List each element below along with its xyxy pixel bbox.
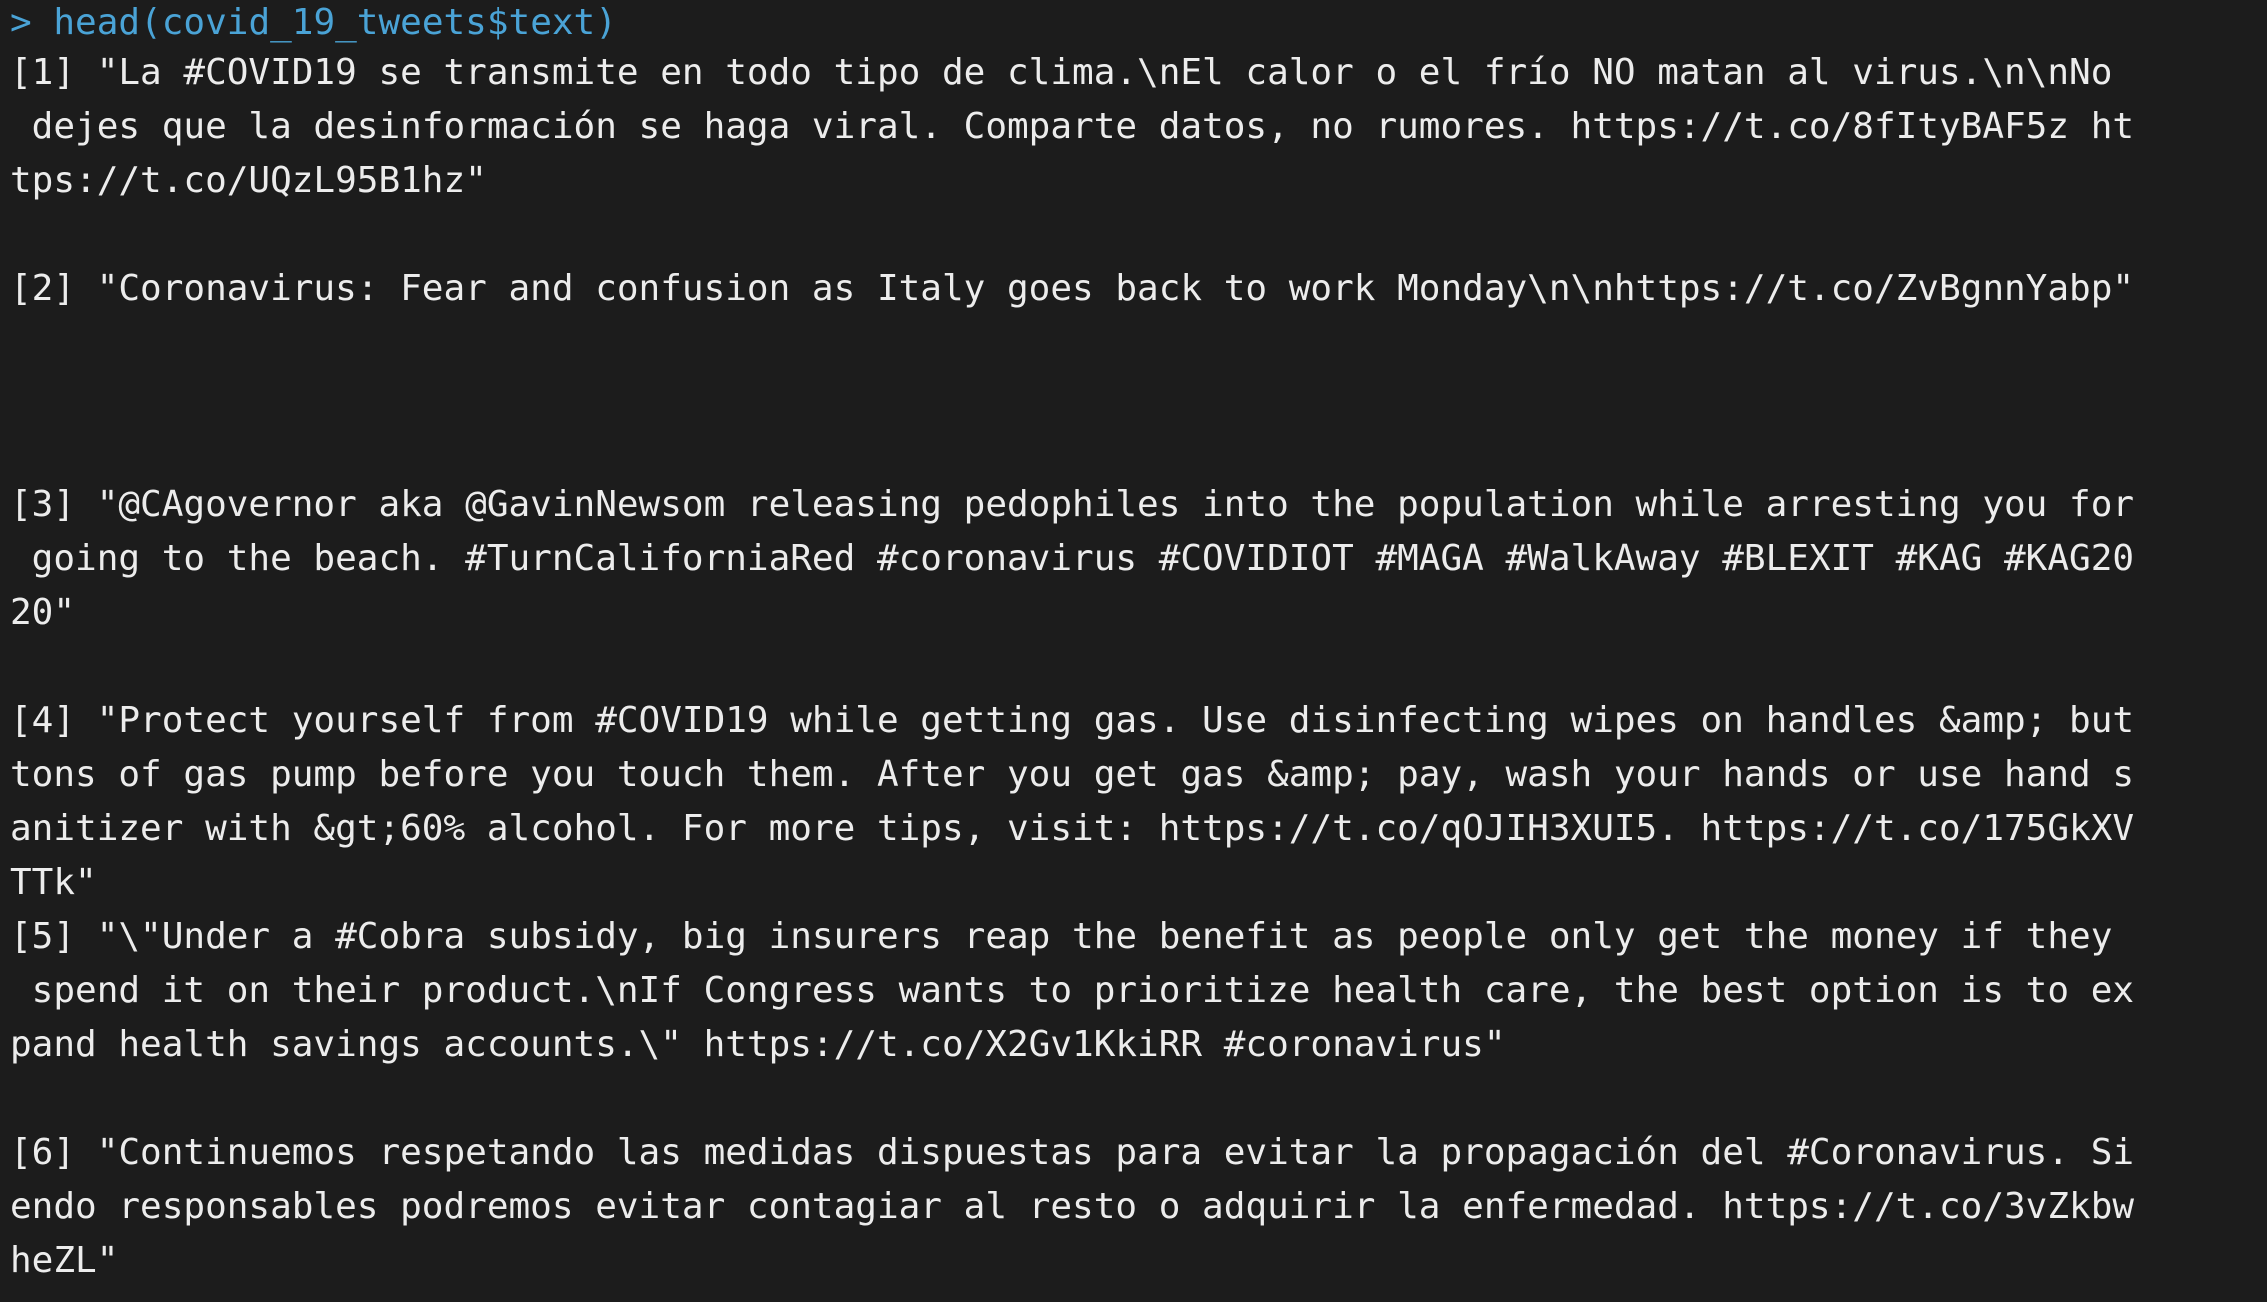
prompt-symbol: > — [10, 2, 32, 43]
r-console[interactable]: > head(covid_19_tweets$text) [1] "La #CO… — [0, 0, 2267, 1302]
output-line: dejes que la desinformación se haga vira… — [10, 106, 2135, 147]
output-line: tons of gas pump before you touch them. … — [10, 754, 2135, 795]
output-line: pand health savings accounts.\" https://… — [10, 1024, 1506, 1065]
output-line: TTk" — [10, 862, 97, 903]
output-line: tps://t.co/UQzL95B1hz" — [10, 160, 487, 201]
output-line: going to the beach. #TurnCaliforniaRed #… — [10, 538, 2135, 579]
output-line: [6] "Continuemos respetando las medidas … — [10, 1132, 2135, 1173]
command-line[interactable]: > head(covid_19_tweets$text) — [10, 0, 2267, 46]
output-line: anitizer with &gt;60% alcohol. For more … — [10, 808, 2135, 849]
command-text: head(covid_19_tweets$text) — [53, 2, 617, 43]
output-line: [2] "Coronavirus: Fear and confusion as … — [10, 268, 2135, 309]
output-line: [3] "@CAgovernor aka @GavinNewsom releas… — [10, 484, 2135, 525]
output-line: endo responsables podremos evitar contag… — [10, 1186, 2135, 1227]
output-line: heZL" — [10, 1240, 119, 1281]
output-line: [1] "La #COVID19 se transmite en todo ti… — [10, 52, 2113, 93]
output-line: [5] "\"Under a #Cobra subsidy, big insur… — [10, 916, 2113, 957]
output-line: 20" — [10, 592, 76, 633]
output-line: spend it on their product.\nIf Congress … — [10, 970, 2135, 1011]
output-line: [4] "Protect yourself from #COVID19 whil… — [10, 700, 2135, 741]
